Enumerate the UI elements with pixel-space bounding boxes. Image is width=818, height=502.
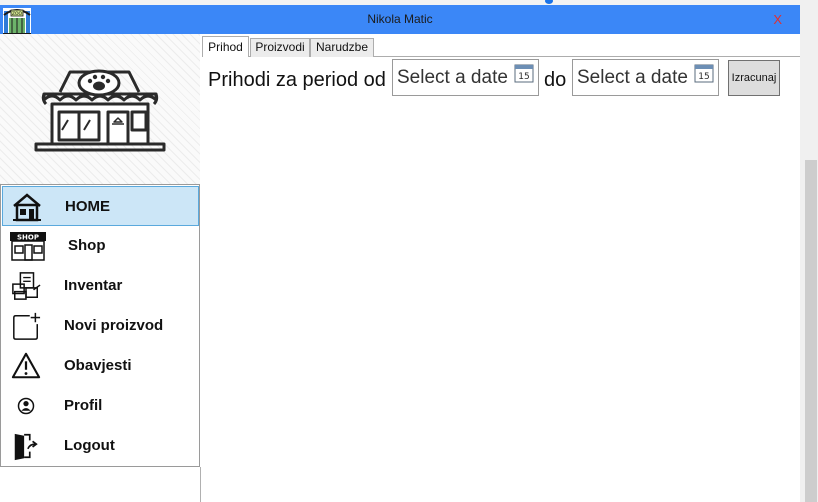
calendar-icon[interactable]: 15 — [514, 63, 534, 83]
zoo-sign-text: ZOO — [12, 11, 23, 17]
calendar-icon[interactable]: 15 — [694, 63, 714, 83]
inventory-boxes-icon — [12, 272, 41, 300]
pet-shop-storefront-icon — [34, 69, 166, 152]
period-label: Prihodi za period od — [208, 69, 386, 91]
to-date-placeholder: Select a date — [577, 67, 688, 88]
add-square-icon — [13, 312, 41, 340]
sidebar-item-obavjesti[interactable]: Obavjesti — [2, 346, 199, 386]
calendar-day: 15 — [698, 72, 709, 82]
calendar-day: 15 — [518, 72, 529, 82]
background-scrollbar[interactable] — [805, 160, 817, 502]
shop-icon: SHOP — [10, 232, 46, 261]
sidebar-item-shop[interactable]: SHOP Shop — [2, 226, 199, 266]
sidebar-item-label: Shop — [68, 237, 106, 254]
to-date-picker[interactable]: Select a date 15 — [572, 59, 719, 96]
sidebar-nav: HOME SHOP Shop Inventar Novi proizvod Ob… — [0, 184, 200, 467]
tab-narudzbe[interactable]: Narudzbe — [310, 38, 374, 57]
app-window: Nikola Matic ZOO X HOME SHOP Shop Invent… — [0, 0, 818, 502]
from-date-picker[interactable]: Select a date 15 — [392, 59, 539, 96]
sidebar-item-label: HOME — [65, 198, 110, 215]
title-bar[interactable]: Nikola Matic ZOO X — [0, 5, 800, 35]
sidebar-item-label: Obavjesti — [64, 357, 132, 374]
house-icon — [13, 193, 41, 222]
logout-door-icon — [14, 433, 38, 461]
sidebar-item-logout[interactable]: Logout — [2, 426, 199, 466]
to-label: do — [544, 69, 567, 91]
sidebar-item-label: Novi proizvod — [64, 317, 164, 334]
sidebar-item-inventar[interactable]: Inventar — [2, 266, 199, 306]
user-icon — [17, 397, 35, 415]
tab-content-prihod — [201, 57, 800, 502]
tab-prihod[interactable]: Prihod — [202, 36, 249, 58]
sidebar-item-home[interactable]: HOME — [2, 186, 199, 226]
warning-icon — [11, 352, 41, 379]
sidebar-item-novi-proizvod[interactable]: Novi proizvod — [2, 306, 199, 346]
sidebar-item-label: Profil — [64, 397, 103, 414]
window-title: Nikola Matic — [367, 12, 433, 26]
tab-proizvodi[interactable]: Proizvodi — [250, 38, 310, 57]
tab-strip: Prihod Proizvodi Narudzbe — [202, 36, 800, 58]
sidebar-item-label: Inventar — [64, 277, 123, 294]
sidebar-item-profil[interactable]: Profil — [2, 386, 199, 426]
zoo-gate-icon: ZOO — [3, 8, 31, 35]
logo-panel — [0, 34, 200, 184]
close-button[interactable]: X — [773, 5, 782, 34]
calculate-button[interactable]: Izracunaj — [728, 60, 780, 96]
from-date-placeholder: Select a date — [397, 67, 508, 88]
sidebar-item-label: Logout — [64, 437, 115, 454]
